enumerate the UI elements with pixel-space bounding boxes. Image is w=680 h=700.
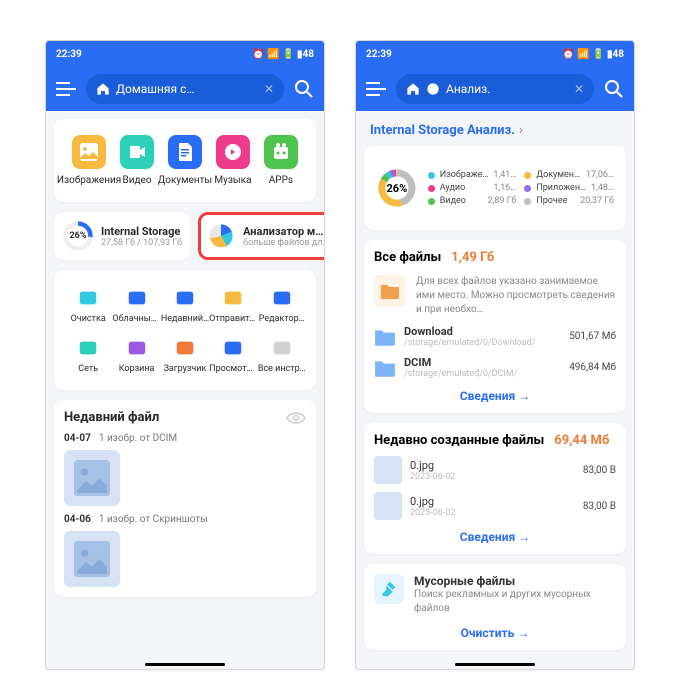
image-thumb-small [374,492,402,520]
breadcrumb[interactable]: Internal Storage Анализ.› [364,119,626,146]
tool-Облачный…[interactable]: Облачный… [112,280,160,330]
address-text: Анализ. [446,82,490,96]
all-files-title: Все файлы [374,250,441,265]
address-bar[interactable]: Домашняя с… ✕ [86,74,284,104]
tool-Очистка[interactable]: Очистка [64,280,112,330]
recent-file-row[interactable]: 0.jpg2023-06-0283,00 В [374,492,616,520]
legend-item: Изображе…1,41… [428,170,517,180]
tool-Сеть[interactable]: Сеть [64,330,112,380]
categories-card: ИзображенияВидеоДокументыМузыкаAPPs [54,119,316,202]
recent-files-card: Недавно созданные файлы 69,44 Мб 0.jpg202… [364,423,626,554]
image-thumb-small [374,456,402,484]
category-Музыка[interactable]: Музыка [212,135,254,186]
legend-item: Аудио1,16… [428,183,517,193]
home-icon [96,82,110,96]
recent-group[interactable]: 04-061 изобр. от Скриншоты [64,514,306,587]
menu-icon[interactable] [56,81,76,97]
trash-desc: Поиск рекламных и других мусорных файлов [414,588,616,616]
pie-chart-icon [206,221,236,251]
legend-item: Прочее20,37 Гб [524,196,614,206]
broom-icon [374,574,404,604]
clean-link[interactable]: Очистить → [374,626,616,640]
trash-title: Мусорные файлы [414,574,616,588]
phone-left: 22:39 ⏰ 📶 🔋 ▮48 Домашняя с… ✕ Изображени… [45,40,325,670]
folder-row[interactable]: DCIM/storage/emulated/0/DCIM/496,84 Мб [374,356,616,379]
app-bar: Домашняя с… ✕ [46,67,324,111]
all-files-desc: Для всех файлов указано занимаемое ими м… [416,275,616,317]
tool-Отправите…[interactable]: Отправите… [209,280,257,330]
storage-donut-icon: 26% [62,220,94,252]
status-bar: 22:39⏰ 📶 🔋 ▮48 [356,41,634,67]
home-icon [406,82,420,96]
all-files-card: Все файлы 1,49 Гб Для всех файлов указано… [364,240,626,413]
close-tab-icon[interactable]: ✕ [574,82,584,96]
recent-files-size: 69,44 Мб [554,433,609,448]
address-bar[interactable]: Анализ. ✕ [396,74,594,104]
search-icon[interactable] [294,79,314,99]
search-icon[interactable] [604,79,624,99]
tool-Все инстр…[interactable]: Все инстр… [258,330,306,380]
tool-Недавний…[interactable]: Недавний… [161,280,209,330]
menu-icon[interactable] [366,81,386,97]
close-tab-icon[interactable]: ✕ [264,82,274,96]
address-text: Домашняя с… [116,82,194,96]
status-bar: 22:39 ⏰ 📶 🔋 ▮48 [46,41,324,67]
tool-Просмотр…[interactable]: Просмотр… [209,330,257,380]
phone-right: 22:39⏰ 📶 🔋 ▮48 Анализ. ✕ Internal Storag… [355,40,635,670]
analyzer-card[interactable]: Анализатор м…больше файлов дл… [198,212,324,260]
folder-icon [374,275,406,307]
internal-storage-card[interactable]: 26% Internal Storage27,58 Гб / 107,93 Гб [54,212,190,260]
image-thumb[interactable] [64,450,120,506]
details-link[interactable]: Сведения → [374,389,616,403]
recent-files-title: Недавно созданные файлы [374,433,544,448]
chevron-right-icon: › [519,123,523,138]
app-bar: Анализ. ✕ [356,67,634,111]
trash-card: Мусорные файлы Поиск рекламных и других … [364,564,626,650]
category-Документы[interactable]: Документы [164,135,206,186]
recent-title: Недавний файл [64,410,159,425]
pie-small-icon [426,82,440,96]
eye-icon[interactable] [286,411,306,425]
recent-group[interactable]: 04-071 изобр. от DCIM [64,433,306,506]
recent-card: Недавний файл 04-071 изобр. от DCIM 04-06… [54,400,316,597]
folder-row[interactable]: Download/storage/emulated/0/Download/501… [374,325,616,348]
details-link[interactable]: Сведения → [374,530,616,544]
tool-Корзина[interactable]: Корзина [112,330,160,380]
recent-file-row[interactable]: 0.jpg2023-06-0283,00 В [374,456,616,484]
analysis-card: 26% Изображе…1,41… Докумен…17,06… Аудио1,1… [364,146,626,230]
all-files-size: 1,49 Гб [451,250,494,265]
home-indicator[interactable] [455,663,535,666]
category-Изображения[interactable]: Изображения [68,135,110,186]
tool-Редактор…[interactable]: Редактор… [258,280,306,330]
legend-item: Видео2,89 Гб [428,196,517,206]
tool-Загрузчик[interactable]: Загрузчик [161,330,209,380]
home-indicator[interactable] [145,663,225,666]
analysis-pie-icon: 26% [376,160,418,216]
legend-item: Приложен…1,48… [524,183,614,193]
image-thumb[interactable] [64,531,120,587]
legend-item: Докумен…17,06… [524,170,614,180]
category-Видео[interactable]: Видео [116,135,158,186]
category-APPs[interactable]: APPs [260,135,302,186]
tools-card: ОчисткаОблачный…Недавний…Отправите…Редак… [54,270,316,390]
